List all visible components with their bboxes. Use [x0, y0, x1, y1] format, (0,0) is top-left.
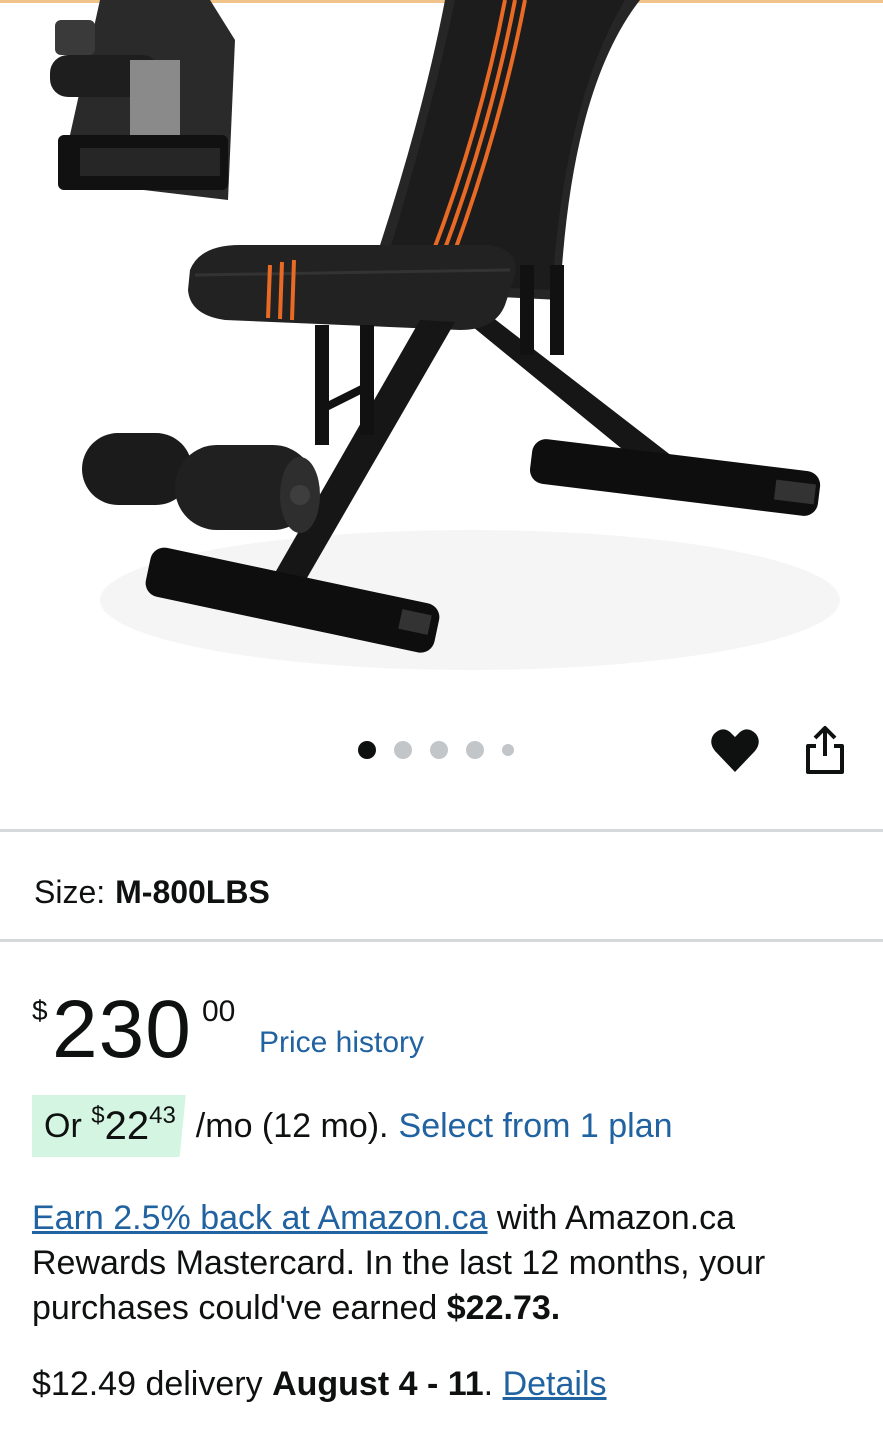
installment-offer: Or $22 43 /mo (12 mo). Select from 1 plan	[32, 1094, 673, 1158]
price-whole: 230	[52, 984, 192, 1075]
installment-fraction: 43	[149, 1102, 176, 1129]
detail-inset	[50, 0, 235, 200]
product-image	[50, 0, 840, 670]
price-fraction: 00	[202, 995, 236, 1028]
carousel-dot[interactable]	[466, 741, 484, 759]
price-currency: $	[32, 995, 48, 1026]
share-icon	[806, 726, 844, 774]
installment-terms: /mo (12 mo).	[195, 1106, 389, 1145]
heart-icon	[711, 729, 759, 772]
size-value: M-800LBS	[115, 874, 270, 910]
product-image-gallery[interactable]	[0, 0, 883, 700]
delivery-period: .	[483, 1365, 494, 1403]
installment-badge: Or $22 43	[32, 1095, 186, 1157]
wishlist-button[interactable]	[708, 724, 762, 778]
installment-currency: $	[91, 1102, 105, 1129]
divider	[0, 939, 883, 942]
carousel-dot[interactable]	[394, 741, 412, 759]
price-history-link[interactable]: Price history	[259, 1026, 424, 1060]
rewards-offer: Earn 2.5% back at Amazon.ca with Amazon.…	[32, 1196, 852, 1331]
share-button[interactable]	[800, 724, 850, 778]
carousel-indicator[interactable]	[358, 740, 514, 760]
carousel-dot-active[interactable]	[358, 741, 376, 759]
delivery-dates: August 4 - 11	[272, 1365, 484, 1403]
select-plan-link[interactable]: Select from 1 plan	[399, 1107, 673, 1146]
delivery-details-link[interactable]: Details	[503, 1365, 607, 1403]
installment-prefix: Or	[44, 1106, 82, 1145]
size-label: Size:	[34, 874, 106, 910]
carousel-dot[interactable]	[430, 741, 448, 759]
size-selector[interactable]: Size: M-800LBS	[34, 872, 270, 912]
delivery-info: $12.49 delivery August 4 - 11. Details	[32, 1362, 607, 1407]
delivery-price: $12.49 delivery	[32, 1365, 263, 1403]
installment-whole: 22	[104, 1103, 150, 1148]
divider	[0, 829, 883, 832]
rewards-amount: $22.73.	[446, 1289, 561, 1327]
carousel-dot[interactable]	[502, 744, 514, 756]
rewards-link[interactable]: Earn 2.5% back at Amazon.ca	[32, 1199, 487, 1237]
